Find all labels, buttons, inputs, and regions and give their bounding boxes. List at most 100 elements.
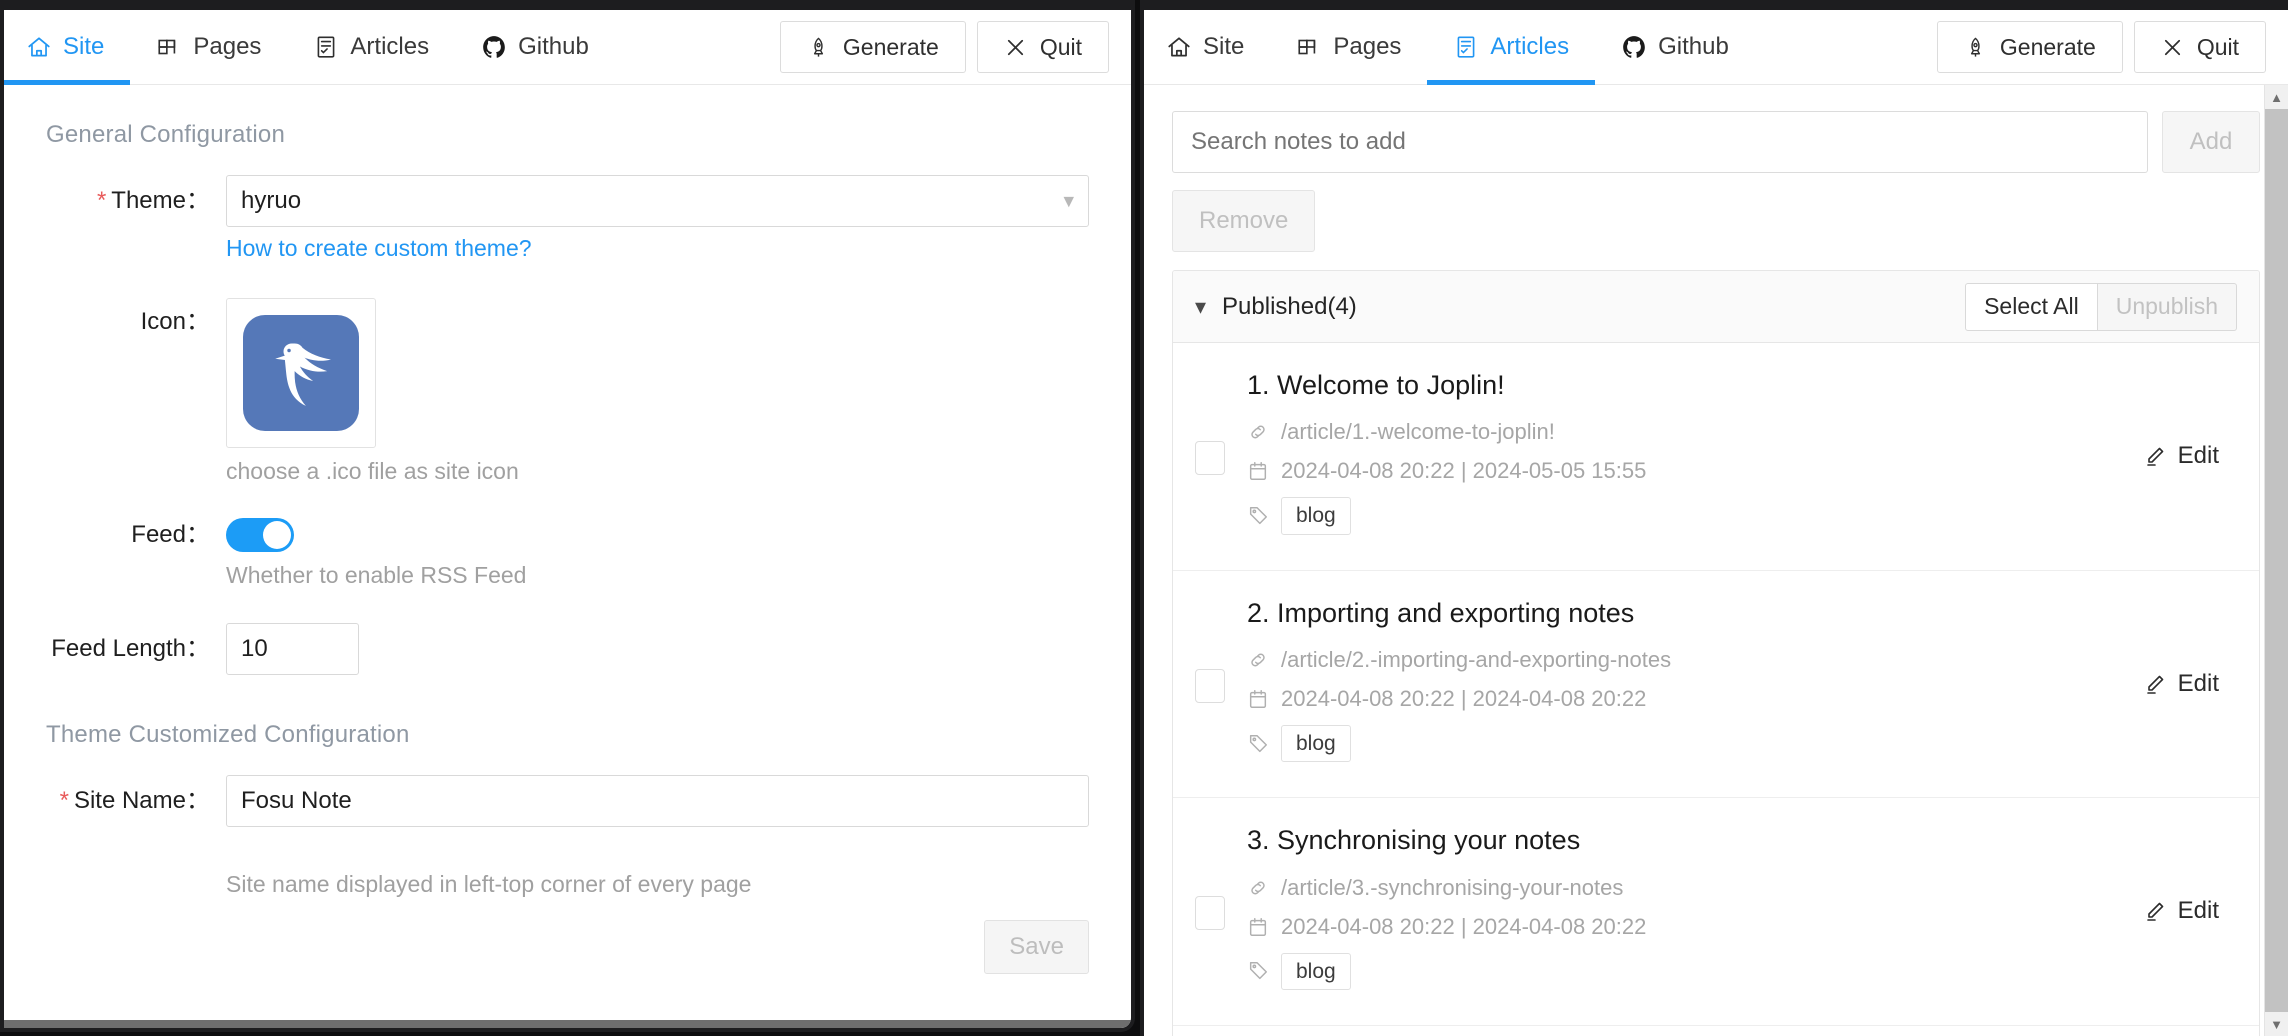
article-url: /article/1.-welcome-to-joplin! xyxy=(1281,419,1555,445)
feed-row: Feed： Whether to enable RSS Feed xyxy=(46,509,1089,589)
home-icon xyxy=(26,34,52,60)
edit-button[interactable]: Edit xyxy=(2143,670,2219,698)
link-icon xyxy=(1251,881,1265,894)
article-title: 2. Importing and exporting notes xyxy=(1247,597,1635,628)
quit-label: Quit xyxy=(2196,33,2239,60)
feed-label: Feed： xyxy=(131,521,210,548)
article-dates: 2024-04-08 20:22 | 2024-04-08 20:22 xyxy=(1281,685,1647,711)
article-dates-line: 2024-04-08 20:22 | 2024-04-08 20:22 xyxy=(1247,686,2237,712)
theme-select[interactable]: hyruo ▾ xyxy=(226,175,1089,227)
github-icon xyxy=(481,34,507,60)
scroll-down-arrow[interactable]: ▼ xyxy=(2265,1012,2288,1036)
tab-articles-label: Articles xyxy=(1490,33,1570,60)
left-nav-actions: Generate Quit xyxy=(779,10,1131,84)
edit-button[interactable]: Edit xyxy=(2143,897,2219,925)
quit-button[interactable]: Quit xyxy=(2133,21,2266,73)
tab-pages-label: Pages xyxy=(1333,33,1402,60)
article-checkbox[interactable] xyxy=(1195,668,1225,703)
tab-github[interactable]: Github xyxy=(455,10,615,84)
left-navbar: Site Pages Articles Github Generate Quit xyxy=(4,10,1131,85)
right-nav-actions: Generate Quit xyxy=(1936,10,2288,84)
site-icon-preview xyxy=(243,315,359,431)
tab-github-label: Github xyxy=(1658,33,1729,60)
generate-button[interactable]: Generate xyxy=(1936,21,2123,73)
right-nav-tabs: Site Pages Articles Github xyxy=(1144,10,1755,85)
tab-articles[interactable]: Articles xyxy=(1427,10,1595,85)
save-row: Save xyxy=(46,920,1089,974)
site-config-form: General Configuration * Theme： hyruo ▾ Ho… xyxy=(4,85,1131,1028)
tag-icon xyxy=(1249,734,1267,752)
site-name-input[interactable]: Fosu Note xyxy=(226,775,1089,827)
site-icon-upload[interactable] xyxy=(226,298,376,448)
search-row: Add xyxy=(1172,111,2260,173)
article-tag[interactable]: blog xyxy=(1281,952,1351,990)
article-tags-line: blog xyxy=(1247,952,2237,990)
tab-site[interactable]: Site xyxy=(4,10,131,85)
site-name-row: * Site Name： Fosu Note Site name displaye… xyxy=(46,775,1089,898)
article-url: /article/2.-importing-and-exporting-note… xyxy=(1281,646,1672,672)
calendar-icon xyxy=(1249,462,1267,481)
add-button[interactable]: Add xyxy=(2162,111,2260,173)
pencil-icon xyxy=(2146,447,2163,467)
tab-github-label: Github xyxy=(518,33,589,60)
feed-toggle[interactable] xyxy=(226,518,294,552)
required-star: * xyxy=(59,787,69,814)
site-name-helper-text: Site name displayed in left-top corner o… xyxy=(226,871,752,897)
tab-github[interactable]: Github xyxy=(1595,10,1755,84)
custom-theme-link[interactable]: How to create custom theme? xyxy=(226,235,532,262)
pencil-icon xyxy=(2146,903,2163,922)
tab-site[interactable]: Site xyxy=(1144,10,1270,84)
article-title: 3. Synchronising your notes xyxy=(1247,825,1581,856)
tab-articles[interactable]: Articles xyxy=(287,10,455,84)
quit-button[interactable]: Quit xyxy=(976,21,1109,73)
article-row: 3. Synchronising your notes /article/3.-… xyxy=(1173,798,2259,1026)
published-header[interactable]: ▾ Published(4) Select All Unpublish xyxy=(1173,271,2259,343)
article-checkbox[interactable] xyxy=(1195,441,1225,475)
icon-helper-text: choose a .ico file as site icon xyxy=(226,458,519,484)
select-all-button[interactable]: Select All xyxy=(1965,282,2098,331)
vertical-scrollbar[interactable]: ▲ ▼ xyxy=(2264,85,2288,1036)
feed-length-label: Feed Length： xyxy=(51,635,210,662)
article-checkbox[interactable] xyxy=(1195,896,1225,931)
generate-button[interactable]: Generate xyxy=(779,21,966,73)
scrollbar-thumb[interactable] xyxy=(2265,109,2288,1036)
taskbar-sliver xyxy=(4,1020,1131,1028)
articles-list-icon xyxy=(313,34,339,60)
theme-row: * Theme： hyruo ▾ How to create custom the… xyxy=(46,175,1089,262)
article-tags-line: blog xyxy=(1247,497,2237,535)
feed-length-row: Feed Length： 10 xyxy=(46,623,1089,675)
icon-row: Icon： choose a .ico file as site icon xyxy=(46,296,1089,485)
site-config-window: Site Pages Articles Github Generate Quit… xyxy=(0,0,1135,1032)
scroll-up-arrow[interactable]: ▲ xyxy=(2265,85,2288,109)
desktop: Site Pages Articles Github Generate Quit… xyxy=(0,0,2288,1036)
edit-button[interactable]: Edit xyxy=(2143,442,2219,470)
left-nav-tabs: Site Pages Articles Github xyxy=(4,10,615,85)
published-header-actions: Select All Unpublish xyxy=(1965,282,2237,331)
article-url: /article/3.-synchronising-your-notes xyxy=(1281,874,1624,900)
published-title: Published(4) xyxy=(1222,292,1357,320)
unpublish-button[interactable]: Unpublish xyxy=(2097,282,2237,331)
edit-label: Edit xyxy=(2177,669,2219,697)
article-tag[interactable]: blog xyxy=(1281,724,1351,763)
toggle-knob xyxy=(263,521,291,549)
theme-label: * Theme： xyxy=(96,187,210,214)
calendar-icon xyxy=(1249,689,1267,708)
tab-pages[interactable]: Pages xyxy=(1270,10,1427,84)
feed-length-input[interactable]: 10 xyxy=(226,623,359,675)
site-name-value: Fosu Note xyxy=(241,787,352,814)
edit-label: Edit xyxy=(2177,897,2219,925)
article-tag[interactable]: blog xyxy=(1281,497,1351,535)
article-row: 5. Joplin Privacy Policy /article/5.-jop… xyxy=(1173,1026,2259,1036)
site-name-label: * Site Name： xyxy=(59,787,210,814)
tab-pages[interactable]: Pages xyxy=(130,10,287,84)
calendar-icon xyxy=(1249,917,1267,936)
article-url-line: /article/2.-importing-and-exporting-note… xyxy=(1247,647,2237,673)
required-star: * xyxy=(96,187,107,214)
github-icon xyxy=(1621,34,1647,60)
tag-icon xyxy=(1249,507,1267,525)
save-button[interactable]: Save xyxy=(984,920,1089,974)
published-panel: ▾ Published(4) Select All Unpublish 1. W… xyxy=(1172,270,2260,1036)
remove-button[interactable]: Remove xyxy=(1172,190,1316,252)
pages-grid-icon xyxy=(1296,34,1322,60)
search-input[interactable] xyxy=(1172,111,2148,173)
